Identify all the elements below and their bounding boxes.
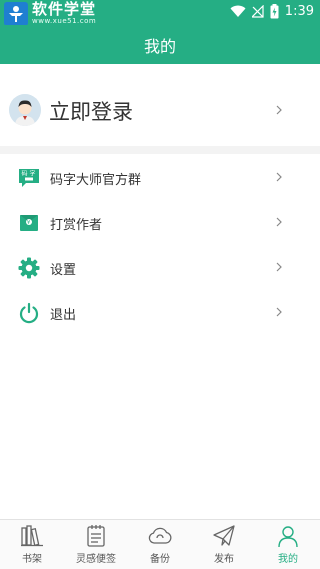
chat-group-icon: 码 字 xyxy=(19,169,39,187)
chevron-right-icon xyxy=(276,172,282,182)
svg-text:字: 字 xyxy=(30,170,36,178)
page-title: 我的 xyxy=(143,36,176,56)
tab-label: 灵感便签 xyxy=(76,554,116,565)
tab-mine[interactable]: 我的 xyxy=(256,520,320,569)
send-icon xyxy=(213,525,235,546)
bookshelf-icon xyxy=(21,525,43,547)
menu-item-label: 打赏作者 xyxy=(50,218,103,233)
brand-watermark: 软件学堂 www.xue51.com xyxy=(4,2,96,26)
battery-charging-icon xyxy=(270,4,279,19)
svg-text:¥: ¥ xyxy=(27,220,30,226)
no-signal-icon xyxy=(251,5,264,18)
chevron-right-icon xyxy=(276,307,282,317)
menu-item-reward-author[interactable]: ¥ 打赏作者 xyxy=(0,201,320,245)
brand-logo-icon xyxy=(4,2,28,26)
brand-url: www.xue51.com xyxy=(32,17,97,25)
wifi-icon xyxy=(230,5,246,17)
svg-text:码: 码 xyxy=(22,170,28,178)
tab-bookshelf[interactable]: 书架 xyxy=(0,520,64,569)
tab-publish[interactable]: 发布 xyxy=(192,520,256,569)
chevron-right-icon xyxy=(276,105,282,115)
bottom-tab-bar: 书架 灵感便签 备份 发布 我的 xyxy=(0,519,320,569)
tab-notes[interactable]: 灵感便签 xyxy=(64,520,128,569)
status-bar: 软件学堂 www.xue51.com 1:39 xyxy=(0,0,320,26)
avatar-icon xyxy=(9,94,41,126)
gear-icon xyxy=(18,257,40,279)
menu-item-label: 设置 xyxy=(50,263,77,278)
menu-item-label: 退出 xyxy=(50,308,77,323)
power-icon xyxy=(19,302,39,324)
menu-item-settings[interactable]: 设置 xyxy=(0,246,320,290)
red-envelope-icon: ¥ xyxy=(20,215,38,231)
menu-item-logout[interactable]: 退出 xyxy=(0,291,320,335)
notepad-icon xyxy=(87,525,105,547)
chevron-right-icon xyxy=(276,217,282,227)
menu-item-official-group[interactable]: 码 字 码字大师官方群 xyxy=(0,156,320,200)
status-time: 1:39 xyxy=(284,4,314,19)
login-label: 立即登录 xyxy=(49,100,133,124)
person-icon xyxy=(278,526,298,548)
section-divider xyxy=(0,146,320,154)
tab-backup[interactable]: 备份 xyxy=(128,520,192,569)
cloud-icon xyxy=(148,527,172,544)
app-header: 我的 xyxy=(0,25,320,64)
menu-item-label: 码字大师官方群 xyxy=(50,173,142,188)
tab-label: 备份 xyxy=(150,554,170,565)
tab-label: 发布 xyxy=(214,554,234,565)
tab-label: 我的 xyxy=(278,554,298,565)
chevron-right-icon xyxy=(276,262,282,272)
tab-label: 书架 xyxy=(22,554,42,565)
brand-title: 软件学堂 xyxy=(32,0,97,18)
login-row[interactable]: 立即登录 xyxy=(0,84,320,136)
